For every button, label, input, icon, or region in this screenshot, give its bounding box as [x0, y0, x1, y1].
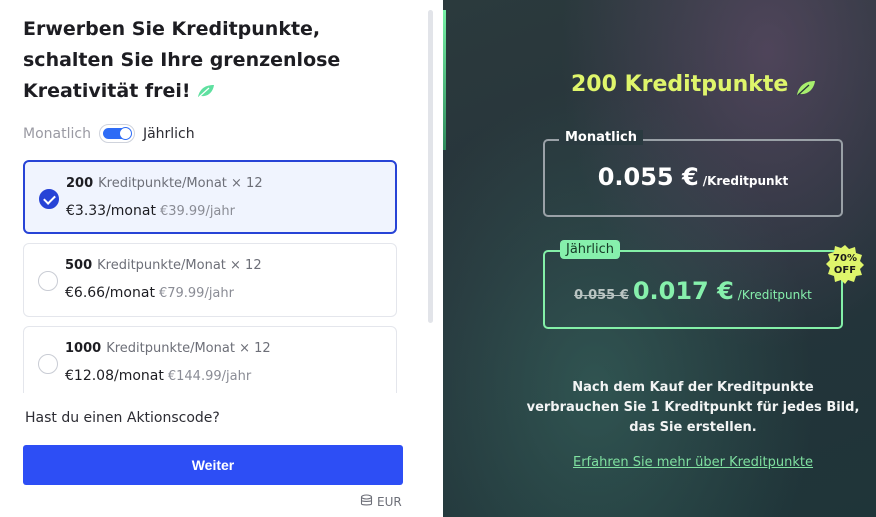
summary-panel: 200 Kreditpunkte Monatlich 0.055 €/Kredi…	[443, 0, 876, 517]
summary-title: 200 Kreditpunkte	[571, 72, 816, 97]
plan-unit-label: Kreditpunkte/Monat × 12	[97, 258, 262, 273]
plan-yearly-price: €39.99/jahr	[159, 204, 235, 219]
switch-knob	[118, 127, 132, 140]
learn-more-link[interactable]: Erfahren Sie mehr über Kreditpunkte	[523, 455, 863, 470]
monthly-box-label: Monatlich	[559, 130, 643, 145]
plan-monthly-price: €6.66/monat	[65, 285, 155, 301]
monthly-label[interactable]: Monatlich	[23, 126, 91, 142]
currency-selector[interactable]: EUR	[360, 494, 402, 510]
plan-list: 200 Kreditpunkte/Monat × 12 €3.33/monat €3…	[23, 160, 397, 393]
info-line-2: verbrauchen Sie 1 Kreditpunkt für jedes …	[526, 400, 860, 415]
plan-count: 200	[66, 176, 94, 191]
yearly-price-unit: /Kreditpunkt	[737, 288, 812, 302]
plan-option-500[interactable]: 500 Kreditpunkte/Monat × 12 €6.66/monat €7…	[23, 243, 397, 317]
plan-count: 1000	[65, 341, 102, 356]
title-line-3-text: Kreativität frei!	[23, 80, 191, 102]
radio-button[interactable]	[38, 271, 58, 291]
leaf-icon	[796, 77, 816, 95]
promo-code-link[interactable]: Hast du einen Aktionscode?	[25, 410, 220, 426]
check-icon[interactable]	[39, 189, 59, 209]
accent-edge	[443, 10, 446, 150]
yearly-label[interactable]: Jährlich	[143, 126, 195, 142]
billing-period-switch[interactable]	[98, 124, 135, 143]
radio-button[interactable]	[38, 354, 58, 374]
info-text: Nach dem Kauf der Kreditpunkte verbrauch…	[523, 378, 863, 438]
plan-unit-label: Kreditpunkte/Monat × 12	[98, 176, 263, 191]
info-line-1: Nach dem Kauf der Kreditpunkte	[572, 380, 814, 395]
yearly-badge: Jährlich	[560, 240, 620, 259]
yearly-price: 0.055 €0.017 €/Kreditpunkt	[545, 277, 841, 305]
monthly-price: 0.055 €/Kreditpunkt	[545, 163, 841, 191]
title-line-1: Erwerben Sie Kreditpunkte,	[23, 18, 321, 40]
title-line-2: schalten Sie Ihre grenzenlose	[23, 49, 341, 71]
leaf-icon	[197, 77, 215, 98]
yearly-price-value: 0.017 €	[632, 277, 734, 305]
plan-credits: 500 Kreditpunkte/Monat × 12	[65, 258, 262, 273]
purchase-panel: Erwerben Sie Kreditpunkte, schalten Sie …	[0, 0, 443, 517]
currency-code: EUR	[377, 495, 402, 509]
scrollbar[interactable]	[428, 10, 433, 323]
yearly-old-price: 0.055 €	[574, 288, 629, 303]
plan-credits: 200 Kreditpunkte/Monat × 12	[66, 176, 263, 191]
plan-credits: 1000 Kreditpunkte/Monat × 12	[65, 341, 271, 356]
database-icon	[360, 494, 377, 510]
discount-percent: 70%	[833, 253, 857, 264]
plan-monthly-price: €3.33/monat	[66, 203, 156, 219]
plan-unit-label: Kreditpunkte/Monat × 12	[106, 341, 271, 356]
billing-toggle-row: Monatlich Jährlich	[23, 124, 195, 143]
page-title: Erwerben Sie Kreditpunkte, schalten Sie …	[23, 14, 403, 107]
discount-word: OFF	[833, 265, 857, 276]
summary-title-text: 200 Kreditpunkte	[571, 72, 789, 97]
plan-count: 500	[65, 258, 93, 273]
monthly-price-unit: /Kreditpunkt	[702, 174, 789, 188]
continue-button[interactable]: Weiter	[23, 445, 403, 485]
plan-yearly-price: €79.99/jahr	[158, 286, 234, 301]
plan-price: €6.66/monat €79.99/jahr	[65, 285, 234, 301]
plan-option-200[interactable]: 200 Kreditpunkte/Monat × 12 €3.33/monat €3…	[23, 160, 397, 234]
monthly-price-box: Monatlich 0.055 €/Kreditpunkt	[543, 130, 843, 217]
plan-yearly-price: €144.99/jahr	[167, 369, 252, 384]
plan-price: €3.33/monat €39.99/jahr	[66, 203, 235, 219]
plan-price: €12.08/monat €144.99/jahr	[65, 368, 251, 384]
monthly-price-value: 0.055 €	[597, 163, 699, 191]
plan-option-1000[interactable]: 1000 Kreditpunkte/Monat × 12 €12.08/monat…	[23, 326, 397, 393]
yearly-price-box: Jährlich 70% OFF 0.055 €0.017 €/Kreditpu…	[543, 240, 864, 329]
title-line-3: Kreativität frei!	[23, 76, 403, 107]
info-line-3: das Sie erstellen.	[629, 420, 757, 435]
plan-monthly-price: €12.08/monat	[65, 368, 164, 384]
